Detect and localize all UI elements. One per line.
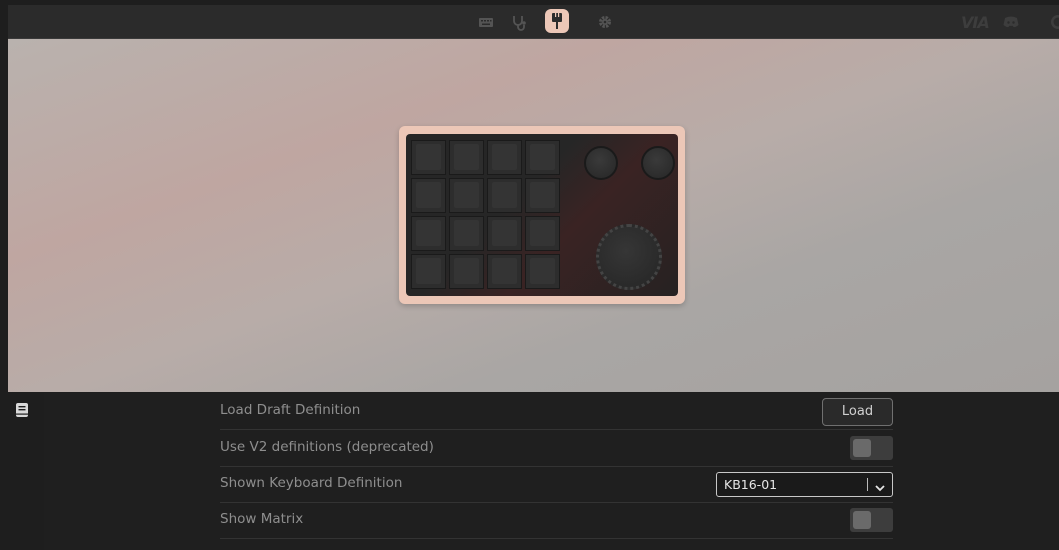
knob-small-left[interactable] xyxy=(584,146,618,180)
load-button[interactable]: Load xyxy=(822,398,893,426)
key-r2c1[interactable] xyxy=(449,216,484,251)
gear-icon[interactable] xyxy=(595,12,615,32)
setting-label: Show Matrix xyxy=(220,511,304,527)
key-r0c3[interactable] xyxy=(525,140,560,175)
key-r0c2[interactable] xyxy=(487,140,522,175)
key-r3c3[interactable] xyxy=(525,254,560,289)
show-matrix-toggle[interactable] xyxy=(850,508,893,532)
setting-label: Use V2 definitions (deprecated) xyxy=(220,439,434,455)
keyboard-preview-canvas xyxy=(8,39,1059,392)
key-r1c3[interactable] xyxy=(525,178,560,213)
setting-label: Load Draft Definition xyxy=(220,402,361,418)
key-r2c3[interactable] xyxy=(525,216,560,251)
key-r3c2[interactable] xyxy=(487,254,522,289)
stethoscope-icon[interactable] xyxy=(509,12,529,32)
definition-select-value: KB16-01 xyxy=(724,477,778,492)
key-r2c2[interactable] xyxy=(487,216,522,251)
select-divider xyxy=(867,478,868,491)
key-r3c1[interactable] xyxy=(449,254,484,289)
v2-definitions-toggle[interactable] xyxy=(850,436,893,460)
keyboard-icon[interactable] xyxy=(476,12,496,32)
setting-show-matrix: Show Matrix xyxy=(220,502,893,539)
setting-shown-definition: Shown Keyboard Definition KB16-01 xyxy=(220,466,893,503)
sidebar xyxy=(0,393,45,550)
keyboard-case xyxy=(399,126,685,304)
chevron-down-icon xyxy=(874,479,886,492)
paintbrush-icon[interactable] xyxy=(545,9,569,33)
key-r1c1[interactable] xyxy=(449,178,484,213)
setting-label: Shown Keyboard Definition xyxy=(220,475,403,491)
knob-small-right[interactable] xyxy=(641,146,675,180)
key-r2c0[interactable] xyxy=(411,216,446,251)
via-logo: VIA xyxy=(961,13,990,32)
setting-v2-definitions: Use V2 definitions (deprecated) xyxy=(220,430,893,467)
key-r1c2[interactable] xyxy=(487,178,522,213)
settings-panel: Load Draft Definition Load Use V2 defini… xyxy=(44,393,1059,550)
key-r1c0[interactable] xyxy=(411,178,446,213)
keyboard-plate xyxy=(406,134,678,296)
discord-icon[interactable] xyxy=(1001,12,1021,32)
top-navigation-bar: VIA xyxy=(8,5,1059,39)
key-r3c0[interactable] xyxy=(411,254,446,289)
key-r0c0[interactable] xyxy=(411,140,446,175)
key-r0c1[interactable] xyxy=(449,140,484,175)
github-icon[interactable] xyxy=(1048,12,1059,32)
document-icon[interactable] xyxy=(16,402,28,417)
definition-select[interactable]: KB16-01 xyxy=(716,472,893,497)
knob-large[interactable] xyxy=(596,224,662,290)
setting-load-draft: Load Draft Definition Load xyxy=(220,393,893,430)
